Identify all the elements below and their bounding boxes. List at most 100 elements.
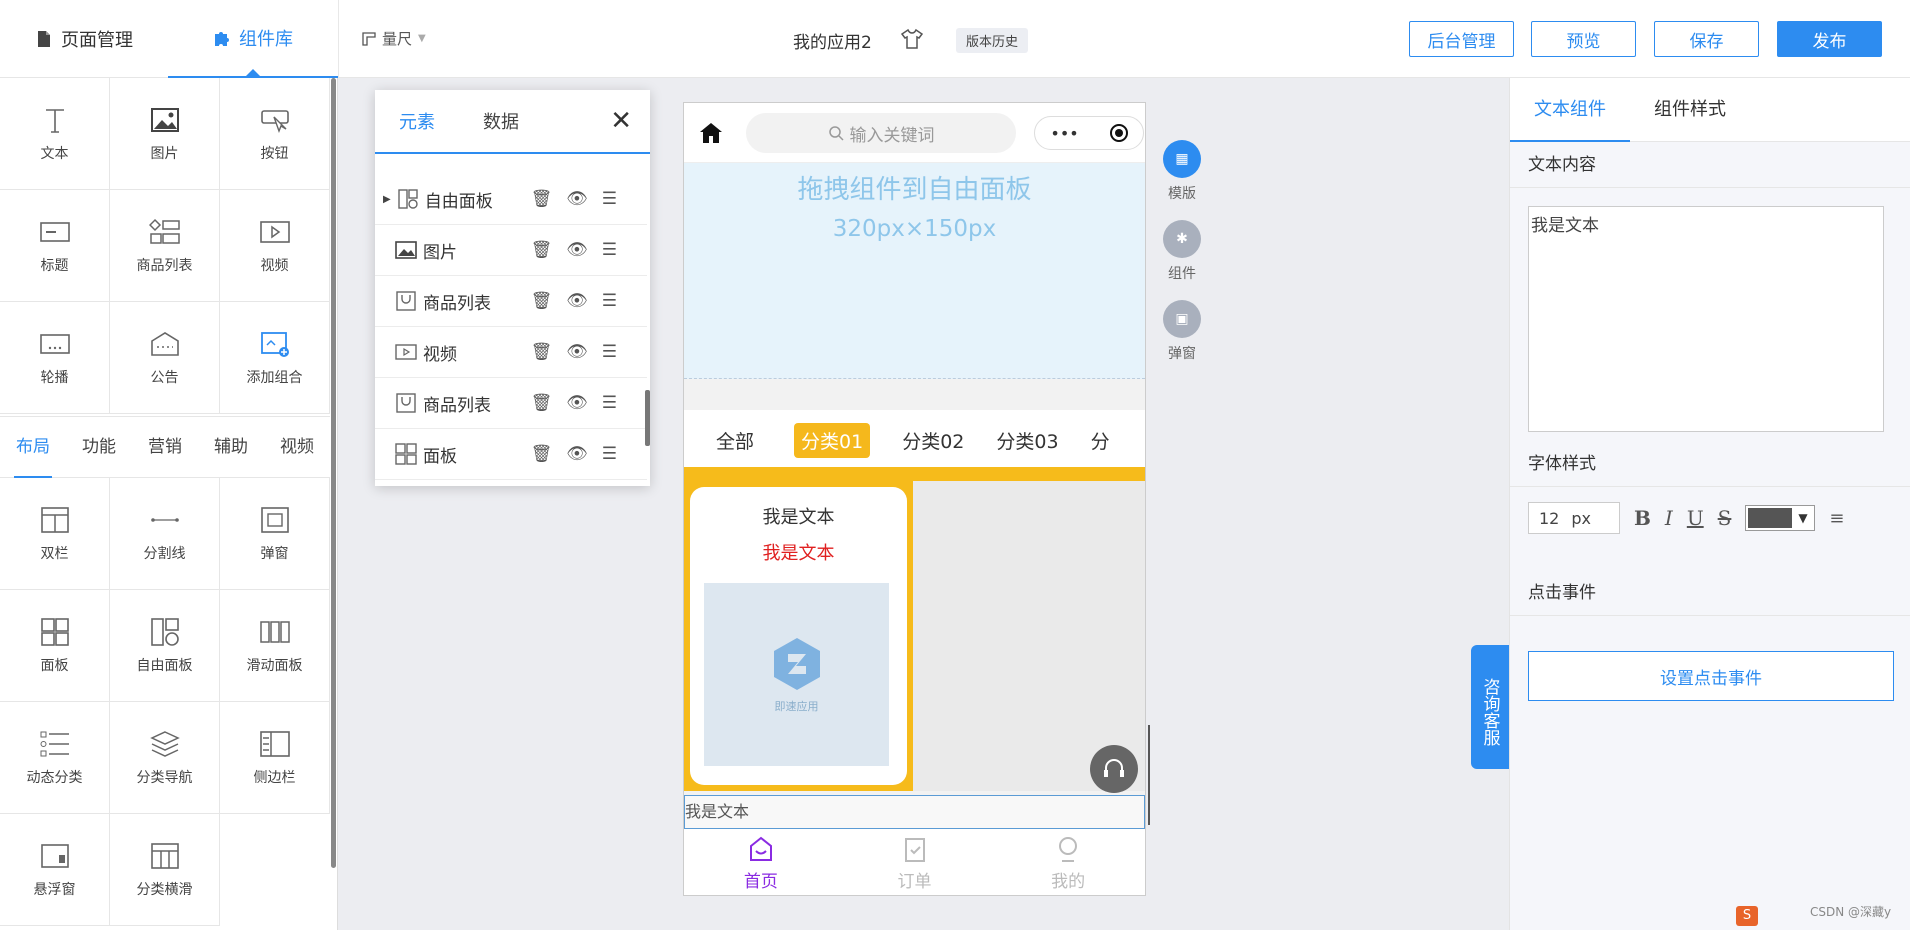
component-float-window[interactable]: 悬浮窗 [0,814,110,926]
shortcut-component[interactable]: ✱ 组件 [1162,220,1202,283]
phone-category-02[interactable]: 分类02 [902,427,964,454]
layer-row-video[interactable]: 视频 🗑 👁 ☰ [375,327,647,378]
more-icon[interactable]: ••• [1050,124,1078,143]
eye-icon[interactable]: 👁 [566,240,588,260]
tab-text-component[interactable]: 文本组件 [1510,78,1630,142]
tab-component-library[interactable]: 组件库 [168,0,338,78]
category-tab-video[interactable]: 视频 [264,416,330,478]
product-list-icon [148,218,180,244]
underline-button[interactable]: U [1687,506,1704,530]
drag-menu-icon[interactable]: ☰ [602,189,617,209]
tab-component-style[interactable]: 组件样式 [1654,78,1726,142]
component-add-group[interactable]: 添加组合 [220,302,330,414]
trash-icon[interactable]: 🗑 [531,291,553,311]
layer-row-product-list-2[interactable]: 商品列表 🗑 👁 ☰ [375,378,647,429]
eye-icon[interactable]: 👁 [566,342,588,362]
component-text[interactable]: 文本 [0,78,110,190]
resize-handle[interactable] [1148,725,1150,825]
component-free-panel[interactable]: 自由面板 [110,590,220,702]
bold-button[interactable]: B [1634,506,1651,530]
publish-button[interactable]: 发布 [1777,21,1882,57]
layer-row-free-panel[interactable]: ▶ 自由面板 🗑 👁 ☰ [375,174,647,225]
component-category-nav[interactable]: 分类导航 [110,702,220,814]
layer-panel-scrollbar[interactable] [645,390,650,446]
component-product-list[interactable]: 商品列表 [110,190,220,302]
component-divider[interactable]: 分割线 [110,478,220,590]
phone-category-more[interactable]: 分 [1091,427,1110,454]
text-content-textarea[interactable]: 我是文本 [1528,206,1884,432]
text-color-picker[interactable]: ▼ [1745,505,1816,531]
admin-button[interactable]: 后台管理 [1409,21,1514,57]
font-size-stepper[interactable]: 12 px [1528,502,1620,534]
consult-service-button[interactable]: 咨询客服 [1471,645,1509,769]
layer-row-product-list[interactable]: 商品列表 🗑 👁 ☰ [375,276,647,327]
version-history-button[interactable]: 版本历史 [956,28,1029,53]
component-two-column[interactable]: 双栏 [0,478,110,590]
eye-icon[interactable]: 👁 [566,291,588,311]
drag-menu-icon[interactable]: ☰ [602,342,617,362]
trash-icon[interactable]: 🗑 [531,342,553,362]
component-video[interactable]: 视频 [220,190,330,302]
component-slide-panel[interactable]: 滑动面板 [220,590,330,702]
shortcut-popup[interactable]: ▣ 弹窗 [1162,300,1202,363]
card-text-red[interactable]: 我是文本 [684,539,913,565]
phone-category-03[interactable]: 分类03 [996,427,1058,454]
category-tab-layout[interactable]: 布局 [0,416,66,478]
left-panel-scrollbar[interactable] [331,78,336,868]
phone-nav-home[interactable]: 首页 [684,829,838,895]
italic-button[interactable]: I [1665,506,1673,530]
phone-category-all[interactable]: 全部 [716,427,754,454]
close-icon[interactable]: ✕ [610,108,632,134]
component-notice[interactable]: 公告 [110,302,220,414]
card-image-placeholder[interactable]: 即速应用 [704,583,889,766]
drag-menu-icon[interactable]: ☰ [602,291,617,311]
product-card[interactable]: 我是文本 我是文本 即速应用 [684,481,913,791]
record-icon[interactable] [1109,124,1128,142]
selected-text-component[interactable]: 我是文本 [684,795,1145,829]
tab-data[interactable]: 数据 [483,108,519,134]
component-title[interactable]: 标题 [0,190,110,302]
tab-elements[interactable]: 元素 [399,108,435,134]
shortcut-template[interactable]: ▦ 模版 [1162,140,1202,203]
theme-shirt-icon[interactable] [900,28,924,50]
phone-nav-profile[interactable]: 我的 [991,829,1145,895]
trash-icon[interactable]: 🗑 [531,240,553,260]
eye-icon[interactable]: 👁 [566,189,588,209]
preview-button[interactable]: 预览 [1531,21,1636,57]
drag-menu-icon[interactable]: ☰ [602,444,617,464]
mini-program-capsule[interactable]: ••• [1034,116,1144,150]
trash-icon[interactable]: 🗑 [531,444,553,464]
eye-icon[interactable]: 👁 [566,393,588,413]
layer-row-image[interactable]: 图片 🗑 👁 ☰ [375,225,647,276]
component-popup[interactable]: 弹窗 [220,478,330,590]
align-left-icon[interactable]: ≡ [1829,508,1844,529]
component-image[interactable]: 图片 [110,78,220,190]
layer-row-panel[interactable]: 面板 🗑 👁 ☰ [375,429,647,480]
component-carousel[interactable]: 轮播 [0,302,110,414]
drag-menu-icon[interactable]: ☰ [602,240,617,260]
save-button[interactable]: 保存 [1654,21,1759,57]
headset-icon[interactable] [1090,745,1138,793]
component-button[interactable]: 按钮 [220,78,330,190]
drag-menu-icon[interactable]: ☰ [602,393,617,413]
phone-search-input[interactable]: 输入关键词 [746,113,1016,153]
component-dynamic-category[interactable]: 动态分类 [0,702,110,814]
phone-nav-order[interactable]: 订单 [838,829,992,895]
category-tab-marketing[interactable]: 营销 [132,416,198,478]
category-tab-auxiliary[interactable]: 辅助 [198,416,264,478]
expand-arrow-icon[interactable]: ▶ [383,194,391,205]
category-tab-function[interactable]: 功能 [66,416,132,478]
component-panel-item[interactable]: 面板 [0,590,110,702]
eye-icon[interactable]: 👁 [566,444,588,464]
trash-icon[interactable]: 🗑 [531,393,553,413]
tab-page-management[interactable]: 页面管理 [0,0,168,78]
phone-category-01[interactable]: 分类01 [794,422,871,458]
set-click-event-button[interactable]: 设置点击事件 [1528,651,1894,701]
strikethrough-button[interactable]: S [1718,506,1732,530]
card-text-primary[interactable]: 我是文本 [684,503,913,529]
component-category-slide[interactable]: 分类横滑 [110,814,220,926]
home-icon[interactable] [698,121,724,145]
component-sidebar[interactable]: 侧边栏 [220,702,330,814]
ruler-dropdown[interactable]: 量尺 ▼ [362,28,426,49]
trash-icon[interactable]: 🗑 [531,189,553,209]
